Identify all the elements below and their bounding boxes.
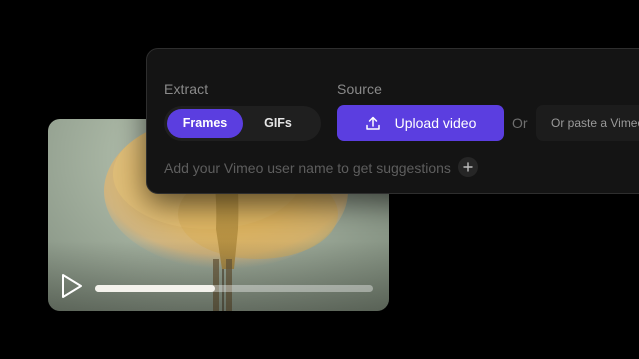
source-label: Source — [337, 81, 382, 97]
add-username-button[interactable] — [458, 157, 478, 177]
play-button[interactable] — [60, 273, 84, 299]
app-stage: Extract Source Frames GIFs Upload video … — [0, 0, 639, 359]
video-url-input[interactable] — [536, 105, 639, 141]
upload-icon — [365, 116, 380, 130]
progress-bar[interactable] — [95, 285, 373, 292]
video-shade — [48, 241, 389, 311]
extract-label: Extract — [164, 81, 209, 97]
plus-icon — [463, 162, 473, 172]
gifs-option[interactable]: GIFs — [246, 109, 310, 138]
suggestion-hint: Add your Vimeo user name to get suggesti… — [164, 160, 451, 176]
extract-panel: Extract Source Frames GIFs Upload video … — [146, 48, 639, 194]
play-icon — [62, 274, 82, 298]
frames-option[interactable]: Frames — [167, 109, 243, 138]
upload-video-button[interactable]: Upload video — [337, 105, 504, 141]
progress-fill — [95, 285, 215, 292]
upload-video-label: Upload video — [394, 115, 477, 131]
or-separator: Or — [512, 115, 528, 131]
extract-mode-toggle: Frames GIFs — [164, 106, 321, 141]
